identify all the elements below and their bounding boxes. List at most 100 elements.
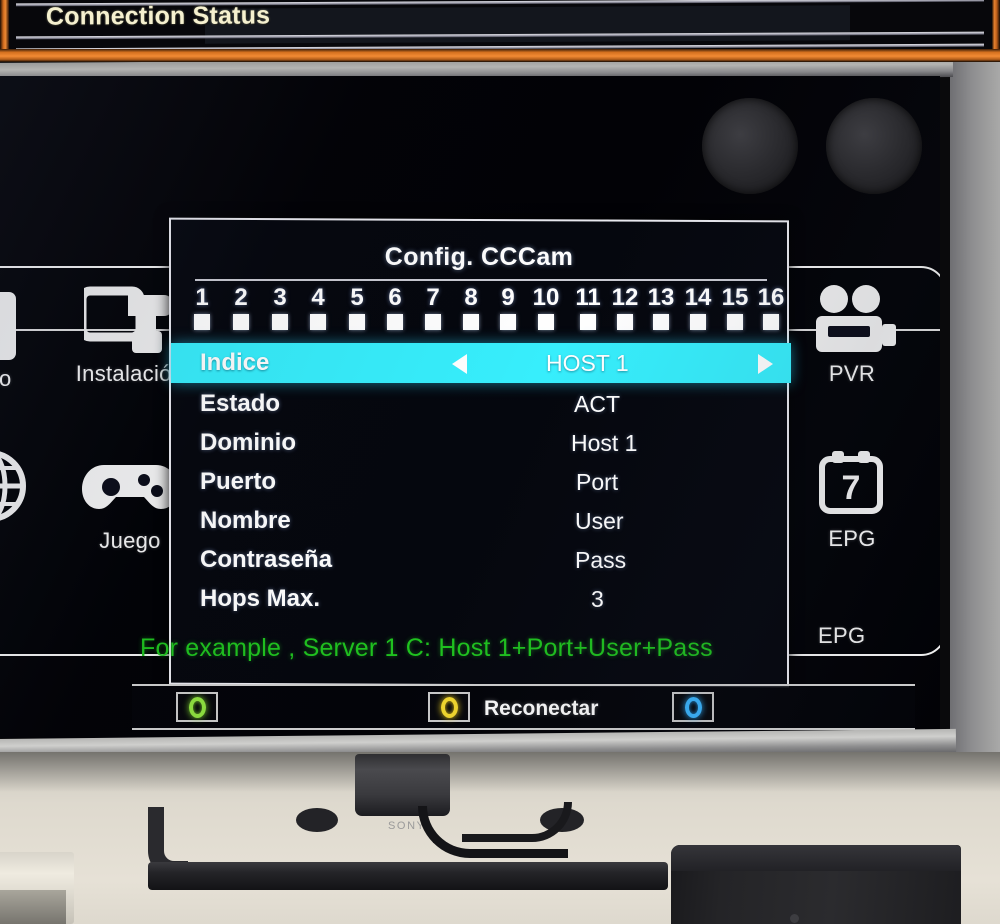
slot-14-number: 14: [684, 284, 712, 311]
example-annotation-text: For example , Server 1 C: Host 1+Port+Us…: [140, 634, 713, 662]
sidebar-item-pvr[interactable]: PVR: [787, 281, 917, 387]
sidebar-item-epg-label: EPG: [828, 526, 876, 551]
row-puerto[interactable]: Puerto Port: [171, 462, 791, 502]
left-device-face: [0, 890, 66, 924]
speaker-driver-right: [826, 98, 922, 194]
slot-15[interactable]: 15: [718, 284, 752, 330]
sidebar-item-red-label: d: [0, 526, 36, 552]
row-hops-max-label: Hops Max.: [200, 585, 321, 612]
slot-4[interactable]: 4: [305, 284, 331, 330]
cccam-config-dialog: Config. CCCam 1 2 3 4 5 6 7 8 9 10 11 12…: [169, 217, 791, 688]
slot-1-checkbox[interactable]: [194, 314, 210, 330]
slot-9[interactable]: 9: [495, 284, 521, 330]
slot-1-number: 1: [195, 284, 209, 311]
sidebar-item-epg[interactable]: 7 EPG: [787, 446, 917, 552]
slot-13-number: 13: [647, 284, 675, 311]
color-button-bar: Reconectar: [132, 684, 915, 730]
remote-control-icon: [0, 286, 42, 366]
green-button[interactable]: [176, 692, 218, 722]
slot-6-checkbox[interactable]: [387, 314, 403, 330]
slot-13[interactable]: 13: [644, 284, 678, 330]
slot-5-checkbox[interactable]: [349, 314, 365, 330]
cccam-dialog-title: Config. CCCam: [384, 243, 574, 271]
slot-9-checkbox[interactable]: [500, 314, 516, 330]
slot-2-checkbox[interactable]: [233, 314, 249, 330]
slot-1[interactable]: 1: [189, 284, 215, 330]
row-estado-label: Estado: [200, 390, 281, 417]
calendar-icon: 7: [787, 446, 917, 526]
row-nombre[interactable]: Nombre User: [171, 501, 791, 541]
row-dominio-value: Host 1: [571, 430, 638, 456]
slot-10[interactable]: 10: [529, 284, 563, 330]
slot-2[interactable]: 2: [228, 284, 254, 330]
speaker-center-dot: [790, 914, 799, 923]
slot-5-number: 5: [350, 284, 364, 311]
slot-12-checkbox[interactable]: [617, 314, 633, 330]
row-estado[interactable]: Estado ACT: [171, 384, 791, 424]
slot-2-number: 2: [234, 284, 248, 311]
slot-15-checkbox[interactable]: [727, 314, 743, 330]
row-nombre-value: User: [575, 508, 624, 534]
prev-host-arrow-icon[interactable]: [452, 354, 467, 374]
row-contrasena[interactable]: Contraseña Pass: [171, 540, 791, 580]
blue-circle-icon: [684, 696, 702, 718]
slot-3[interactable]: 3: [267, 284, 293, 330]
row-dominio[interactable]: Dominio Host 1: [171, 423, 791, 463]
slot-14[interactable]: 14: [681, 284, 715, 330]
wall-right-strip: [948, 62, 1000, 822]
row-indice[interactable]: Indice HOST 1: [171, 343, 791, 383]
slot-16-number: 16: [757, 284, 785, 311]
slot-11-checkbox[interactable]: [580, 314, 596, 330]
screenshot-root: Connection Status o Instalación PVR Jueg…: [0, 0, 1000, 924]
sidebar-item-servicio[interactable]: cio: [0, 286, 42, 392]
slot-7-checkbox[interactable]: [425, 314, 441, 330]
row-contrasena-value: Pass: [575, 547, 627, 573]
cccam-slot-row: 1 2 3 4 5 6 7 8 9 10 11 12 13 14 15 16: [181, 284, 784, 343]
row-indice-label: Indice: [200, 349, 270, 376]
connection-status-banner: Connection Status: [0, 0, 1000, 62]
blue-button[interactable]: [672, 692, 714, 722]
row-dominio-label: Dominio: [200, 429, 296, 456]
table-shadow: [0, 752, 1000, 792]
slot-6-number: 6: [388, 284, 402, 311]
slot-3-checkbox[interactable]: [272, 314, 288, 330]
row-hops-max[interactable]: Hops Max. 3: [171, 579, 791, 619]
slot-16[interactable]: 16: [754, 284, 788, 330]
video-camera-icon: [787, 281, 917, 361]
slot-14-checkbox[interactable]: [690, 314, 706, 330]
row-contrasena-label: Contraseña: [200, 546, 333, 573]
slot-8[interactable]: 8: [458, 284, 484, 330]
sidebar-item-red[interactable]: d: [0, 446, 36, 552]
tv-photo-scene: cio Instalación: [0, 62, 1000, 924]
yellow-circle-icon: [440, 696, 458, 718]
slot-13-checkbox[interactable]: [653, 314, 669, 330]
slot-10-number: 10: [532, 284, 560, 311]
slot-7-number: 7: [426, 284, 440, 311]
slot-11-number: 11: [575, 284, 601, 311]
globe-icon: [0, 446, 36, 526]
tv-stand-base: [148, 862, 668, 890]
row-puerto-label: Puerto: [200, 468, 277, 495]
slot-5[interactable]: 5: [344, 284, 370, 330]
slot-8-checkbox[interactable]: [463, 314, 479, 330]
slot-4-number: 4: [311, 284, 325, 311]
slot-15-number: 15: [721, 284, 749, 311]
tv-screen: cio Instalación: [0, 76, 940, 738]
slot-16-checkbox[interactable]: [763, 314, 779, 330]
banner-title: Connection Status: [45, 1, 271, 31]
slot-6[interactable]: 6: [382, 284, 408, 330]
sidebar-item-pvr-label: PVR: [828, 361, 876, 386]
slot-7[interactable]: 7: [420, 284, 446, 330]
slot-4-checkbox[interactable]: [310, 314, 326, 330]
svg-text:7: 7: [842, 469, 861, 507]
slot-3-number: 3: [273, 284, 287, 311]
next-host-arrow-icon[interactable]: [758, 354, 773, 374]
yellow-button-label: Reconectar: [484, 697, 599, 720]
row-nombre-label: Nombre: [200, 507, 291, 534]
slot-12[interactable]: 12: [608, 284, 642, 330]
row-indice-value: HOST 1: [546, 350, 629, 376]
yellow-button[interactable]: [428, 692, 470, 722]
slot-10-checkbox[interactable]: [538, 314, 554, 330]
slot-11[interactable]: 11: [571, 284, 605, 330]
banner-border-bottom: [0, 49, 1000, 62]
